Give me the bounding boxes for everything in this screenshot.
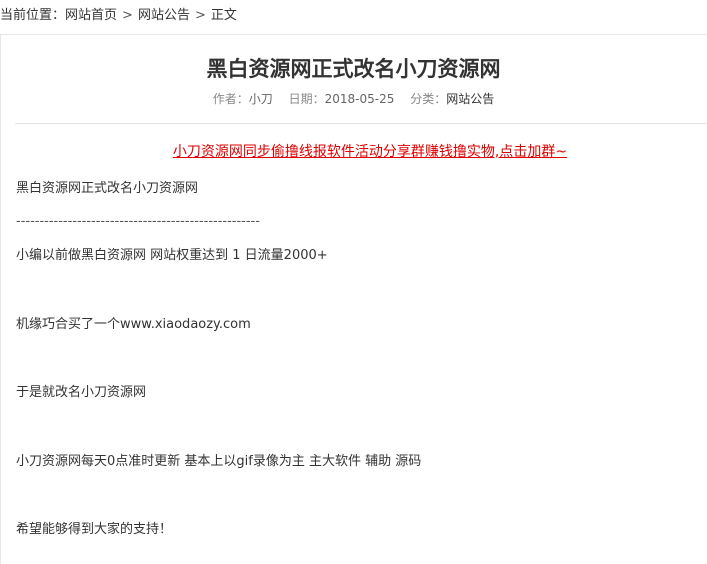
breadcrumb-category-link[interactable]: 网站公告 [138,8,190,23]
meta-category-label: 分类： [410,92,447,106]
article-paragraph: 小刀资源网每天0点准时更新 基本上以gif录像为主 主大软件 辅助 源码 [16,454,422,469]
article-title: 黑白资源网正式改名小刀资源网 [206,57,501,81]
title-divider [15,123,707,124]
breadcrumb-separator: > [122,8,133,23]
article-paragraph: 于是就改名小刀资源网 [16,385,147,400]
promo-banner: 小刀资源网同步偷撸线报软件活动分享群赚钱撸实物,点击加群~ [0,142,707,162]
meta-date-label: 日期： [288,92,325,106]
breadcrumb-prefix: 当前位置： [0,8,66,23]
article-paragraph: 希望能够得到大家的支持！ [16,522,173,537]
breadcrumb-separator: > [194,8,206,23]
promo-link[interactable]: 小刀资源网同步偷撸线报软件活动分享群赚钱撸实物,点击加群~ [173,144,567,160]
meta-author-value: 小刀 [248,92,273,106]
article-paragraph: 小编以前做黑白资源网 网站权重达到 1 日流量2000+ [16,248,328,263]
breadcrumb: 当前位置：网站首页 > 网站公告 > 正文 [0,6,237,26]
article-container [0,34,707,564]
meta-date-value: 2018-05-25 [324,92,395,106]
meta-category: 分类：网站公告 [410,92,494,106]
meta-author: 作者：小刀 [213,92,273,106]
meta-category-link[interactable]: 网站公告 [446,92,494,106]
article-separator-line: ----------------------------------------… [16,214,260,229]
meta-author-label: 作者： [212,92,249,106]
article-meta: 作者：小刀 日期：2018-05-25 分类：网站公告 [0,90,707,108]
article-paragraph: 机缘巧合买了一个www.xiaodaozy.com [16,317,251,332]
article-paragraph: 黑白资源网正式改名小刀资源网 [16,181,199,196]
breadcrumb-home-link[interactable]: 网站首页 [65,8,117,23]
meta-date: 日期：2018-05-25 [289,92,395,106]
breadcrumb-current: 正文 [210,8,237,23]
